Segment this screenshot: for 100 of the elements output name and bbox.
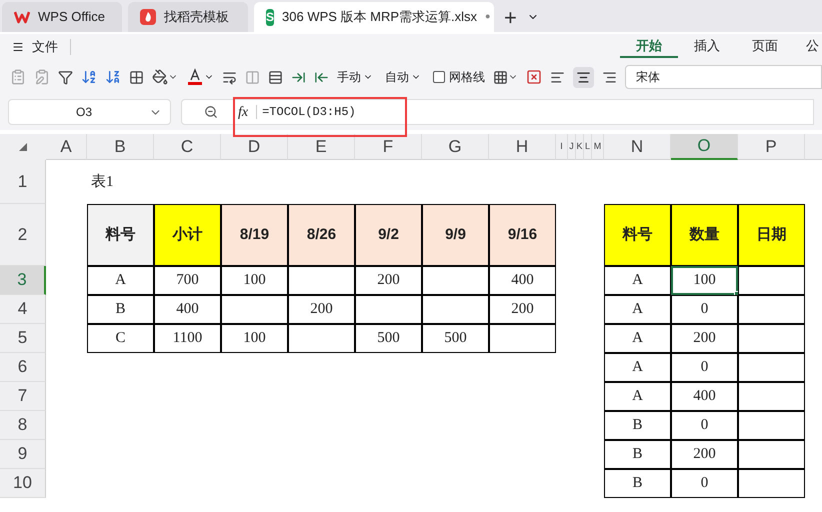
column-header[interactable]: C [154, 134, 221, 160]
table-cell: A [604, 382, 671, 411]
outdent-icon[interactable] [314, 70, 329, 84]
row-height-dropdown[interactable]: 手动 [337, 68, 373, 86]
formula-field[interactable]: fx =TOCOL(D3:H5) [181, 99, 814, 125]
column-header[interactable]: L [584, 134, 592, 160]
rows-icon[interactable] [268, 70, 283, 84]
table-cell: 200 [489, 295, 556, 324]
indent-icon[interactable] [291, 70, 306, 84]
ribbon-tab[interactable]: 开始 [620, 36, 678, 58]
column-header[interactable]: P [738, 134, 805, 160]
column-header[interactable]: D [221, 134, 288, 160]
header-cell: 9/2 [355, 204, 422, 266]
table-cell: B [604, 440, 671, 469]
column-header[interactable]: E [288, 134, 355, 160]
name-box[interactable]: O3 [8, 99, 171, 125]
ribbon-tab[interactable]: 插入 [678, 36, 736, 58]
grid-icon[interactable] [493, 70, 518, 84]
column-header[interactable]: M [592, 134, 604, 160]
table-cell: 100 [221, 266, 288, 295]
table-cell [422, 295, 489, 324]
table-cell: 200 [671, 324, 738, 353]
table-cell: A [604, 353, 671, 382]
table-cell: A [604, 266, 671, 295]
table-cell: 200 [671, 440, 738, 469]
table-cell: A [87, 266, 154, 295]
spreadsheet-logo-icon: S [266, 8, 274, 26]
menu-icon[interactable] [12, 41, 24, 53]
column-header[interactable]: F [355, 134, 422, 160]
row-header[interactable]: 7 [0, 382, 46, 411]
table-cell: 0 [671, 411, 738, 440]
new-tab-button[interactable]: + [500, 2, 521, 32]
table-cell: 200 [355, 266, 422, 295]
column-header[interactable]: O [671, 134, 738, 160]
table-cell: 400 [154, 295, 221, 324]
table-cell: 400 [671, 382, 738, 411]
table-cell: B [604, 411, 671, 440]
table-cell [422, 266, 489, 295]
wrap-text-icon[interactable] [222, 70, 237, 84]
table-caption: 表1 [90, 172, 114, 192]
column-header[interactable]: K [576, 134, 584, 160]
table-cell: A [604, 324, 671, 353]
row-header[interactable]: 6 [0, 353, 46, 382]
font-name-field[interactable]: 宋体 [625, 65, 822, 89]
function-label[interactable]: fx [238, 102, 248, 122]
header-cell: 8/26 [288, 204, 355, 266]
row-header[interactable]: 8 [0, 411, 46, 440]
sort-descending-icon[interactable] [105, 69, 121, 85]
header-cell: 9/9 [422, 204, 489, 266]
flame-logo-icon [140, 9, 156, 25]
header-cell: 料号 [87, 204, 154, 266]
align-left-icon[interactable] [550, 70, 565, 84]
wps-logo-icon [14, 10, 30, 24]
row-header[interactable]: 4 [0, 295, 46, 324]
file-menu[interactable]: 文件 [32, 37, 58, 57]
filter-icon[interactable] [58, 70, 73, 84]
column-header[interactable]: G [422, 134, 489, 160]
column-header[interactable]: B [87, 134, 154, 160]
header-background [805, 134, 822, 160]
column-header[interactable]: I [556, 134, 568, 160]
ribbon-tab[interactable]: 公 [794, 36, 822, 58]
table-cell: 0 [671, 469, 738, 498]
row-header[interactable]: 10 [0, 469, 46, 498]
row-header[interactable]: 2 [0, 204, 46, 266]
border-icon[interactable] [129, 70, 144, 84]
column-header[interactable]: H [489, 134, 556, 160]
row-header[interactable]: 3 [0, 266, 46, 295]
table-cell: B [87, 295, 154, 324]
column-header[interactable]: A [46, 134, 87, 160]
table-cell [355, 295, 422, 324]
table-cell: 100 [221, 324, 288, 353]
header-cell: 数量 [671, 204, 738, 266]
gridlines-checkbox[interactable]: 网格线 [433, 68, 485, 86]
sort-ascending-icon[interactable] [81, 69, 97, 85]
formula-text: =TOCOL(D3:H5) [262, 104, 356, 121]
row-header[interactable]: 9 [0, 440, 46, 469]
ribbon-tab[interactable]: 页面 [736, 36, 794, 58]
row-header[interactable]: 5 [0, 324, 46, 353]
row-header[interactable]: 1 [0, 160, 46, 204]
align-right-icon[interactable] [602, 70, 617, 84]
table-cell [221, 295, 288, 324]
fill-bucket-icon[interactable] [152, 69, 178, 85]
select-all-icon[interactable] [19, 143, 27, 151]
table-cell [288, 266, 355, 295]
table-cell: C [87, 324, 154, 353]
table-cell: B [604, 469, 671, 498]
column-header[interactable]: J [568, 134, 576, 160]
clear-format-icon[interactable] [526, 69, 542, 85]
document-tab[interactable]: WPS Office [2, 2, 122, 32]
font-color-icon[interactable] [186, 68, 214, 86]
table-cell: 500 [422, 324, 489, 353]
table-cell: 500 [355, 324, 422, 353]
zoom-icon[interactable] [204, 105, 218, 119]
column-header[interactable]: N [604, 134, 671, 160]
tab-title: WPS Office [38, 8, 105, 26]
align-center-icon[interactable] [573, 66, 594, 88]
document-tab[interactable]: S 306 WPS 版本 MRP需求运算.xlsx ● [254, 2, 494, 32]
column-width-dropdown[interactable]: 自动 [385, 68, 421, 86]
header-cell: 8/19 [221, 204, 288, 266]
document-tab[interactable]: 找稻壳模板 [128, 2, 248, 32]
